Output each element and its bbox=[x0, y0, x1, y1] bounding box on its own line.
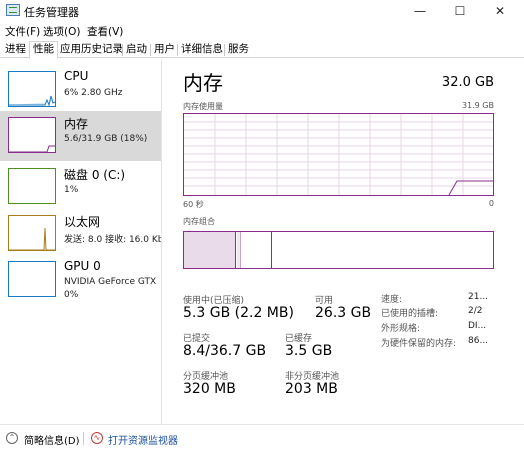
tab-details[interactable]: 详细信息 bbox=[178, 42, 226, 58]
sidebar-item-usage: 0% bbox=[64, 290, 79, 300]
chevron-up-icon[interactable]: ⌃ bbox=[6, 432, 18, 444]
sidebar-item-detail: 5.6/31.9 GB (18%) bbox=[64, 134, 148, 144]
title-bar: 任务管理器 — ☐ ✕ bbox=[0, 0, 524, 22]
memory-usage-line bbox=[448, 180, 493, 195]
memory-usage-grid bbox=[184, 114, 493, 195]
menu-bar: 文件(F) 选项(O) 查看(V) bbox=[0, 22, 524, 40]
memory-composition-bar bbox=[183, 231, 494, 269]
resource-monitor-icon: ∿ bbox=[91, 432, 103, 444]
tab-processes[interactable]: 进程 bbox=[2, 42, 29, 58]
sidebar-item-gpu[interactable]: GPU 0 NVIDIA GeForce GTX 0% bbox=[0, 255, 161, 305]
ethernet-thumbnail-line bbox=[9, 227, 55, 250]
committed-value: 8.4/36.7 GB bbox=[183, 343, 267, 359]
menu-file[interactable]: 文件(F) bbox=[5, 24, 40, 39]
composition-in-use bbox=[184, 232, 236, 268]
disk-thumbnail-graph bbox=[8, 168, 56, 204]
sidebar-item-detail: NVIDIA GeForce GTX bbox=[64, 277, 157, 287]
form-factor-label: 外形规格: bbox=[381, 324, 421, 334]
task-manager-icon bbox=[6, 4, 20, 16]
sidebar-item-ethernet[interactable]: 以太网 发送: 8.0 接收: 16.0 Kb bbox=[0, 209, 161, 259]
available-value: 26.3 GB bbox=[315, 305, 372, 321]
sidebar-item-label: GPU 0 bbox=[64, 259, 101, 273]
tab-services[interactable]: 服务 bbox=[225, 42, 252, 58]
nonpaged-pool-value: 203 MB bbox=[285, 381, 338, 397]
sidebar-item-cpu[interactable]: CPU 6% 2.80 GHz bbox=[0, 65, 161, 115]
tab-bar: 进程 性能 应用历史记录 启动 用户 详细信息 服务 bbox=[0, 40, 524, 59]
memory-thumbnail-line bbox=[9, 145, 55, 152]
sidebar-item-disk[interactable]: 磁盘 0 (C:) 1% bbox=[0, 162, 161, 212]
cached-value: 3.5 GB bbox=[285, 343, 333, 359]
sidebar-item-label: 内存 bbox=[64, 117, 89, 131]
footer-bar: ⌃ 简略信息(D) ∿ 打开资源监视器 bbox=[0, 424, 524, 451]
slots-value: 2/2 bbox=[468, 306, 483, 316]
ethernet-thumbnail-graph bbox=[8, 215, 56, 251]
sidebar-item-label: 磁盘 0 (C:) bbox=[64, 168, 126, 182]
reserved-memory-value: 86... bbox=[468, 336, 489, 346]
sidebar-item-detail: 6% 2.80 GHz bbox=[64, 88, 123, 98]
sidebar-item-detail: 发送: 8.0 接收: 16.0 Kb bbox=[64, 235, 161, 245]
fewer-details-link[interactable]: 简略信息(D) bbox=[24, 432, 80, 447]
reserved-memory-label: 为硬件保留的内存: bbox=[381, 339, 457, 349]
window-title: 任务管理器 bbox=[24, 6, 79, 19]
maximize-button[interactable]: ☐ bbox=[440, 0, 480, 22]
close-button[interactable]: ✕ bbox=[480, 0, 520, 22]
resource-sidebar: CPU 6% 2.80 GHz 内存 5.6/31.9 GB (18%) 磁盘 … bbox=[0, 59, 162, 424]
page-title: 内存 bbox=[183, 71, 223, 95]
tab-startup[interactable]: 启动 bbox=[123, 42, 150, 58]
usage-graph-label: 内存使用量 bbox=[183, 102, 223, 111]
tab-performance[interactable]: 性能 bbox=[29, 41, 58, 59]
form-factor-value: DI... bbox=[468, 321, 487, 331]
paged-pool-value: 320 MB bbox=[183, 381, 236, 397]
sidebar-item-label: 以太网 bbox=[64, 215, 101, 229]
menu-options[interactable]: 选项(O) bbox=[43, 24, 80, 39]
sidebar-item-label: CPU bbox=[64, 69, 89, 83]
usage-graph-max: 31.9 GB bbox=[461, 101, 494, 110]
footer-divider bbox=[83, 432, 84, 445]
speed-label: 速度: bbox=[381, 295, 403, 305]
memory-detail-panel: 内存 32.0 GB 内存使用量 31.9 GB 60 秒 0 内存组合 使用中… bbox=[163, 59, 524, 424]
in-use-value: 5.3 GB (2.2 MB) bbox=[183, 305, 294, 321]
tab-app-history[interactable]: 应用历史记录 bbox=[57, 42, 126, 58]
composition-standby bbox=[242, 232, 272, 268]
speed-value: 21... bbox=[468, 292, 489, 302]
minimize-button[interactable]: — bbox=[400, 0, 440, 22]
composition-graph-label: 内存组合 bbox=[183, 217, 215, 226]
gpu-thumbnail-graph bbox=[8, 261, 56, 297]
composition-free bbox=[273, 232, 493, 268]
cpu-thumbnail-graph bbox=[8, 71, 56, 107]
time-axis-end: 0 bbox=[488, 199, 494, 208]
sidebar-item-memory[interactable]: 内存 5.6/31.9 GB (18%) bbox=[0, 111, 161, 161]
open-resource-monitor-link[interactable]: 打开资源监视器 bbox=[108, 432, 178, 447]
composition-modified bbox=[237, 232, 241, 268]
slots-label: 已使用的插槽: bbox=[381, 309, 439, 319]
cpu-thumbnail-line bbox=[9, 95, 55, 106]
menu-view[interactable]: 查看(V) bbox=[87, 24, 123, 39]
time-axis-start: 60 秒 bbox=[183, 200, 204, 209]
total-memory: 32.0 GB bbox=[441, 75, 494, 90]
sidebar-item-detail: 1% bbox=[64, 185, 79, 195]
tab-users[interactable]: 用户 bbox=[151, 42, 178, 58]
memory-usage-graph bbox=[183, 113, 494, 196]
memory-thumbnail-graph bbox=[8, 117, 56, 153]
